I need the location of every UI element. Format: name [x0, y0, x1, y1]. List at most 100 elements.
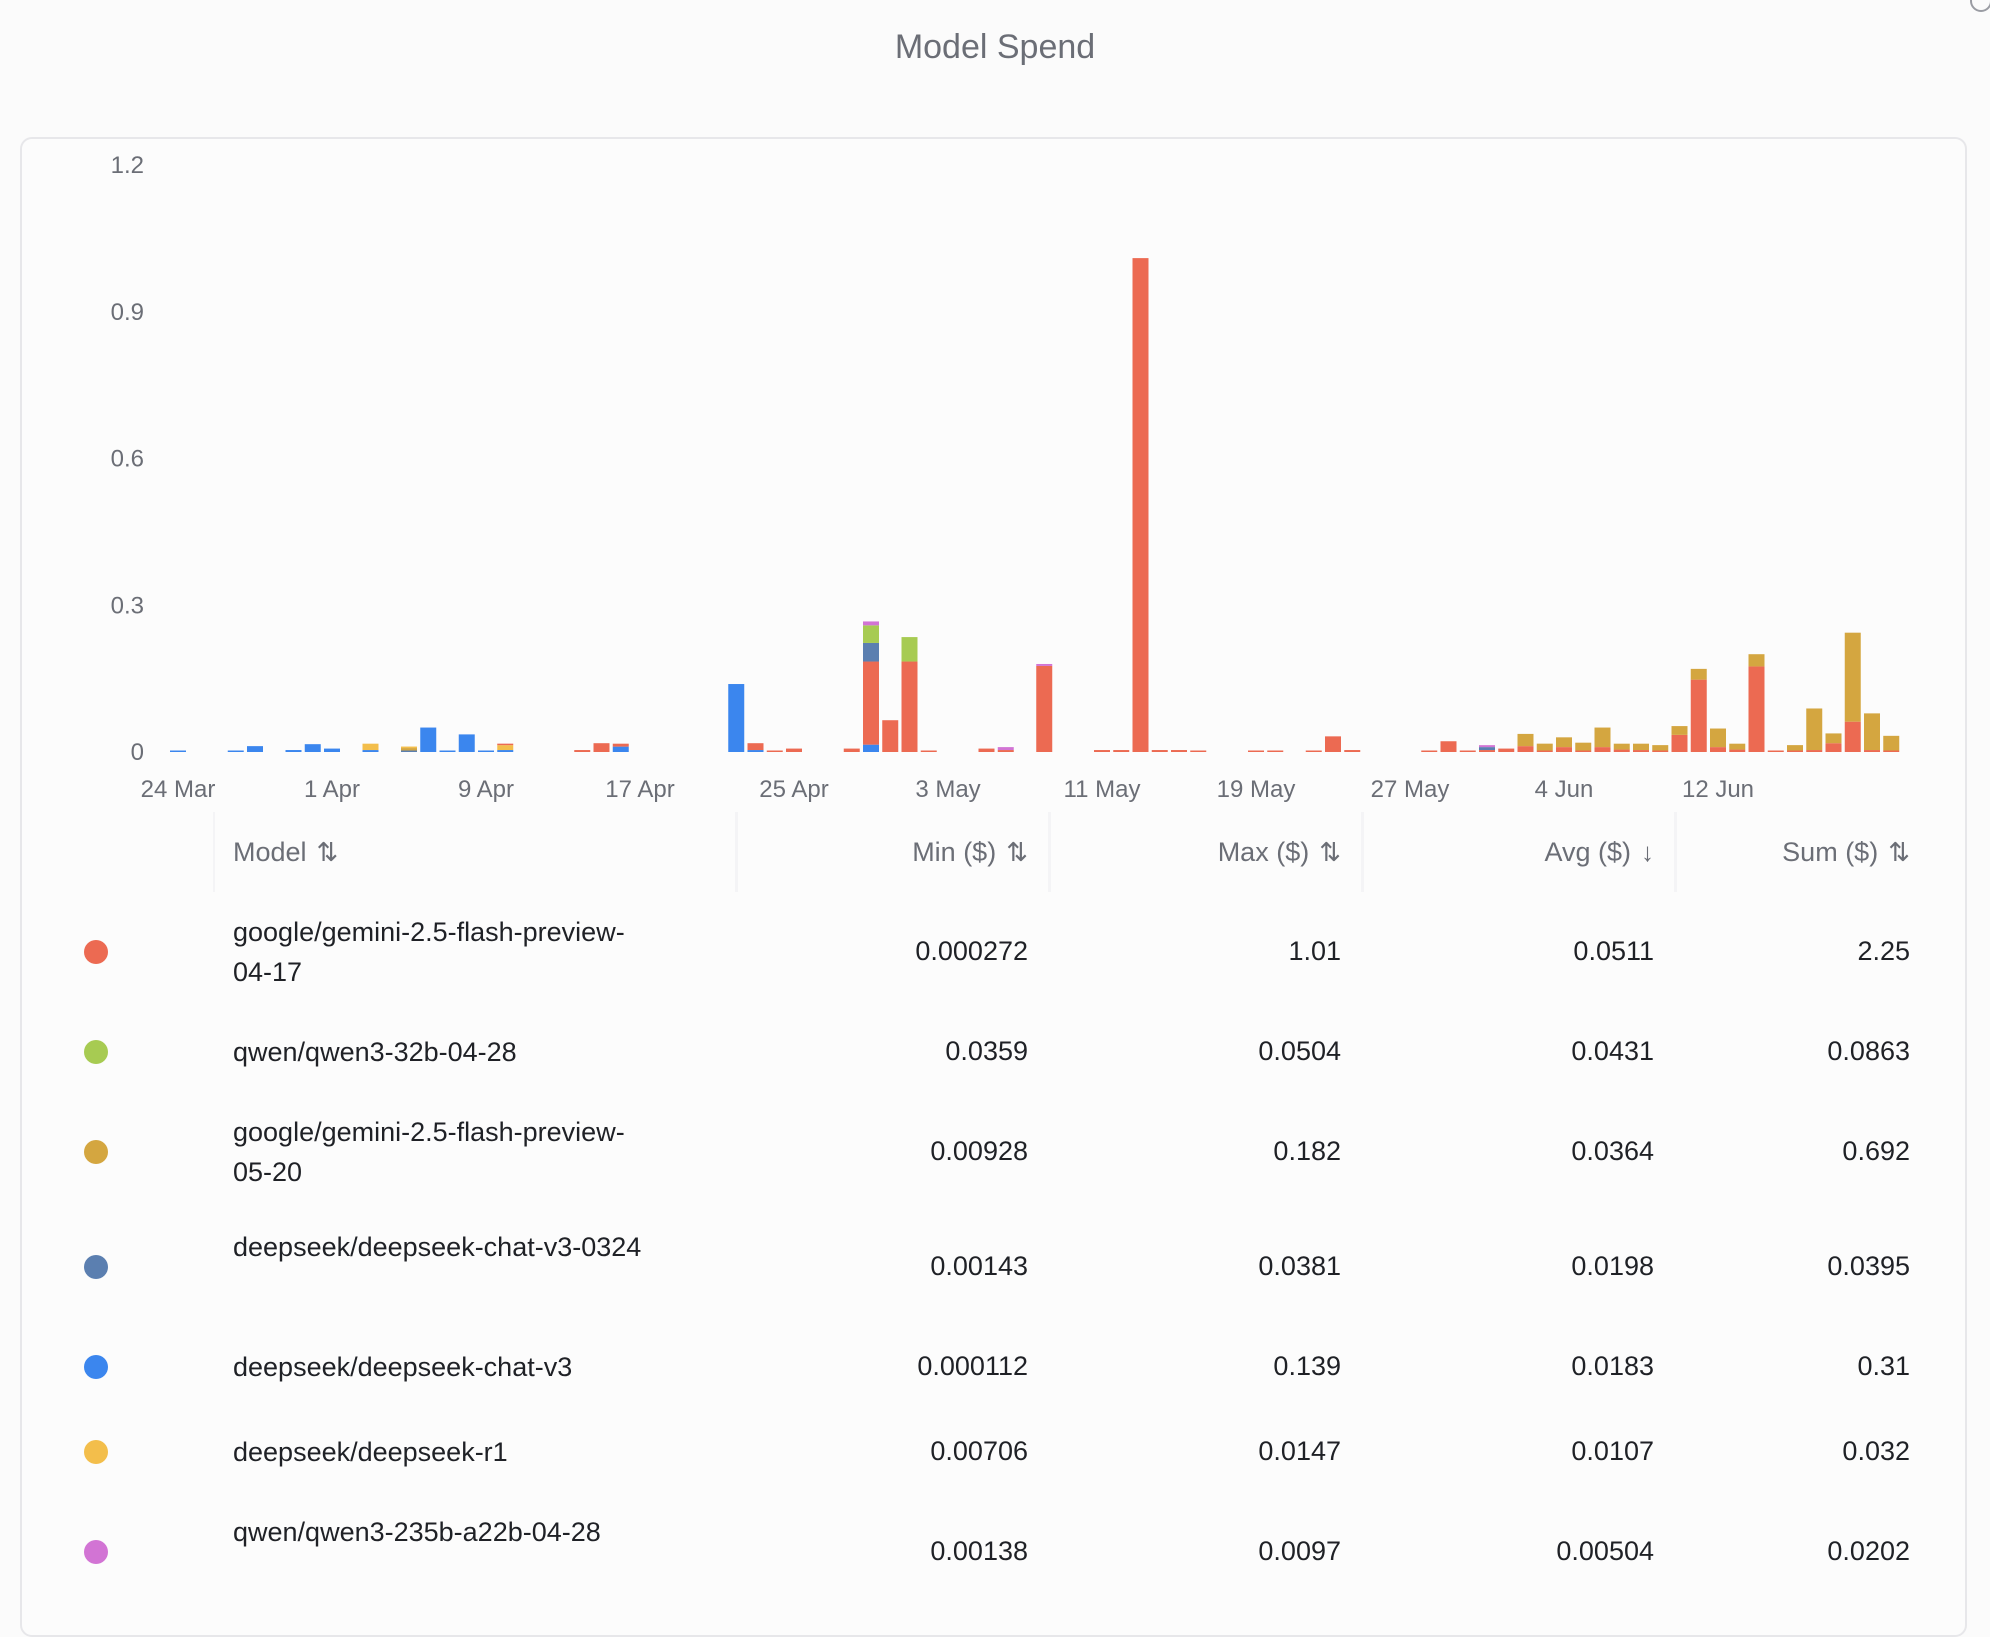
bar-segment[interactable]: [1325, 736, 1341, 752]
bar-segment[interactable]: [1825, 733, 1842, 744]
bar-segment[interactable]: [1806, 708, 1823, 751]
bar-segment[interactable]: [863, 642, 879, 662]
bar-segment[interactable]: [1171, 750, 1187, 752]
bar-segment[interactable]: [1844, 632, 1861, 722]
sort-icon[interactable]: ⇅: [317, 812, 339, 892]
bar-segment[interactable]: [1613, 743, 1630, 750]
bar-segment[interactable]: [786, 748, 802, 752]
bar-segment[interactable]: [997, 747, 1014, 751]
bar-segment[interactable]: [1633, 750, 1649, 752]
bar-segment[interactable]: [728, 684, 745, 752]
bar-segment[interactable]: [1151, 750, 1168, 752]
bar-segment[interactable]: [1594, 727, 1611, 748]
bar-segment[interactable]: [1036, 663, 1053, 666]
header-avg[interactable]: Avg ($) ↓: [1364, 812, 1674, 892]
sort-down-icon[interactable]: ↓: [1641, 812, 1654, 892]
bar-segment[interactable]: [920, 750, 937, 753]
bar-segment[interactable]: [1690, 668, 1707, 680]
bar-segment[interactable]: [1748, 654, 1765, 667]
bar-segment[interactable]: [1344, 750, 1361, 752]
bar-segment[interactable]: [612, 743, 629, 747]
bar-segment[interactable]: [1883, 750, 1900, 753]
bar-segment[interactable]: [1575, 750, 1592, 753]
bar-segment[interactable]: [1864, 750, 1880, 752]
bar-segment[interactable]: [1710, 747, 1726, 752]
close-icon[interactable]: [1970, 0, 1990, 12]
bar-segment[interactable]: [863, 625, 879, 643]
bar-segment[interactable]: [1132, 258, 1149, 752]
bar-segment[interactable]: [901, 637, 918, 662]
bar-segment[interactable]: [1844, 721, 1861, 752]
bar-segment[interactable]: [1575, 742, 1592, 751]
bar-segment[interactable]: [1671, 734, 1688, 752]
bar-segment[interactable]: [574, 750, 591, 752]
bar-segment[interactable]: [1517, 746, 1534, 752]
header-max[interactable]: Max ($) ⇅: [1051, 812, 1361, 892]
bar-segment[interactable]: [1036, 665, 1053, 752]
bar-segment[interactable]: [1883, 735, 1900, 751]
sort-icon[interactable]: ⇅: [1319, 812, 1341, 892]
bar-segment[interactable]: [1479, 747, 1495, 751]
bar-segment[interactable]: [362, 750, 379, 752]
bar-segment[interactable]: [1652, 745, 1669, 751]
bar-segment[interactable]: [247, 746, 263, 752]
bar-segment[interactable]: [497, 750, 514, 752]
bar-segment[interactable]: [863, 621, 879, 626]
bar-segment[interactable]: [497, 743, 514, 746]
bar-segment[interactable]: [1556, 747, 1572, 752]
bar-segment[interactable]: [1498, 748, 1515, 752]
bar-segment[interactable]: [439, 750, 456, 753]
bar-segment[interactable]: [497, 745, 514, 751]
bar-segment[interactable]: [863, 661, 879, 745]
bar-segment[interactable]: [1536, 743, 1553, 751]
bar-segment[interactable]: [1787, 750, 1803, 753]
sort-icon[interactable]: ⇅: [1006, 812, 1028, 892]
bar-segment[interactable]: [1479, 745, 1495, 748]
bar-segment[interactable]: [1825, 743, 1842, 752]
bar-segment[interactable]: [863, 744, 879, 752]
bar-segment[interactable]: [1729, 743, 1746, 750]
bar-segment[interactable]: [1094, 750, 1110, 752]
bar-segment[interactable]: [843, 748, 860, 752]
header-model[interactable]: Model ⇅: [215, 812, 735, 892]
bar-segment[interactable]: [1710, 728, 1726, 748]
sort-icon[interactable]: ⇅: [1888, 812, 1910, 892]
bar-segment[interactable]: [997, 750, 1014, 752]
bar-segment[interactable]: [1864, 713, 1880, 751]
header-sum[interactable]: Sum ($) ⇅: [1677, 812, 1930, 892]
bar-segment[interactable]: [612, 746, 629, 752]
bar-segment[interactable]: [227, 750, 244, 753]
table-row[interactable]: google/gemini-2.5-flash-preview-04-17 0.…: [58, 912, 1930, 992]
table-row[interactable]: google/gemini-2.5-flash-preview-05-20 0.…: [58, 1112, 1930, 1192]
bar-segment[interactable]: [766, 750, 783, 753]
bar-segment[interactable]: [882, 720, 899, 752]
header-min[interactable]: Min ($) ⇅: [738, 812, 1048, 892]
bar-segment[interactable]: [1633, 743, 1649, 751]
bar-segment[interactable]: [1517, 733, 1534, 747]
bar-segment[interactable]: [1690, 679, 1707, 752]
bar-segment[interactable]: [1787, 745, 1803, 751]
bar-segment[interactable]: [1440, 741, 1457, 752]
bar-segment[interactable]: [1652, 750, 1669, 753]
bar-segment[interactable]: [170, 750, 186, 753]
bar-segment[interactable]: [1767, 750, 1784, 753]
bar-segment[interactable]: [1748, 666, 1765, 752]
bar-segment[interactable]: [420, 727, 437, 752]
bar-segment[interactable]: [1113, 750, 1130, 752]
bar-segment[interactable]: [1459, 750, 1476, 753]
bar-segment[interactable]: [978, 748, 995, 752]
bar-segment[interactable]: [324, 748, 340, 752]
bar-segment[interactable]: [478, 750, 494, 753]
bar-segment[interactable]: [1729, 749, 1746, 752]
bar-segment[interactable]: [1248, 750, 1264, 753]
bar-segment[interactable]: [1671, 726, 1688, 735]
bar-segment[interactable]: [401, 746, 417, 749]
bar-segment[interactable]: [1594, 747, 1611, 752]
bar-segment[interactable]: [901, 661, 918, 752]
table-row[interactable]: deepseek/deepseek-chat-v3 0.000112 0.139…: [58, 1327, 1930, 1387]
bar-segment[interactable]: [1479, 750, 1495, 752]
bar-segment[interactable]: [401, 748, 417, 751]
table-row[interactable]: deepseek/deepseek-chat-v3-0324 0.00143 0…: [58, 1227, 1930, 1307]
bar-segment[interactable]: [1267, 750, 1284, 753]
bar-segment[interactable]: [1536, 750, 1553, 753]
